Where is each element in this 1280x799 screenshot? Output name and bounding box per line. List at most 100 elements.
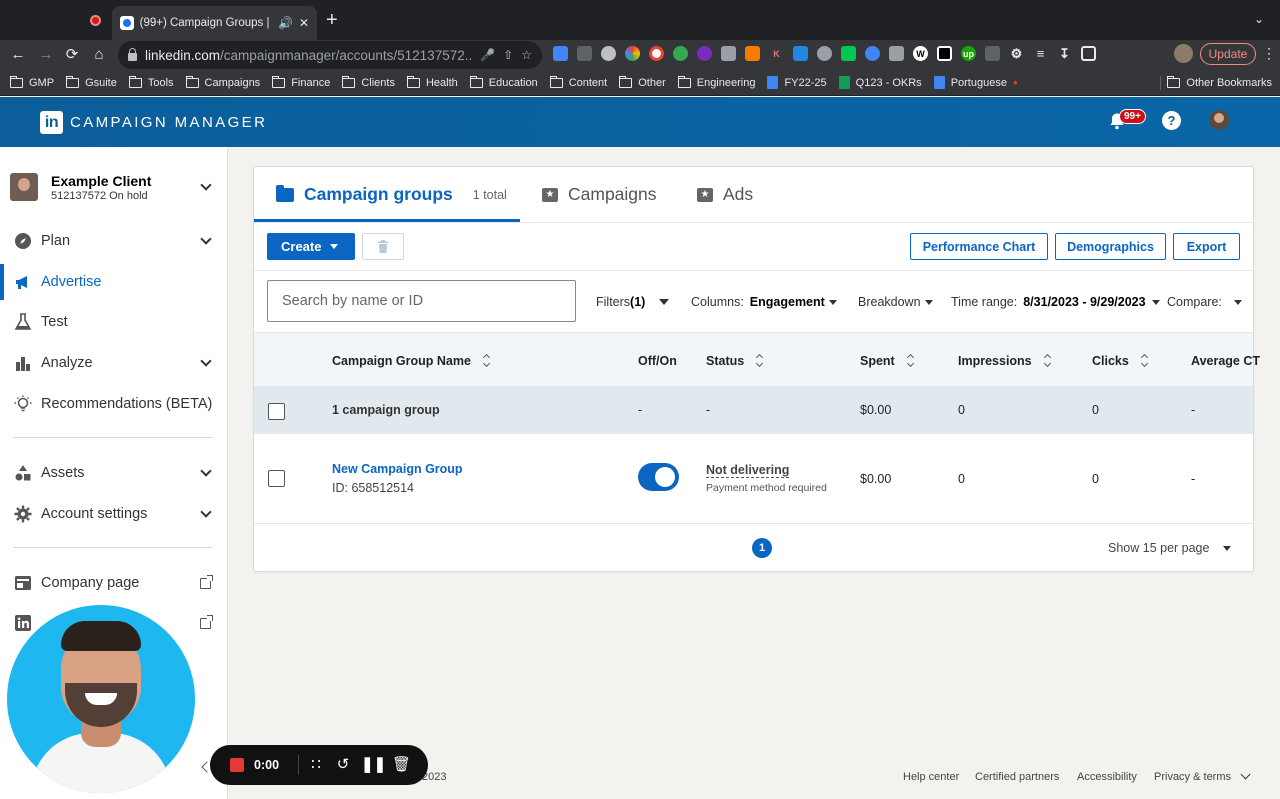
sidebar-item-plan[interactable]: Plan [0, 223, 228, 259]
extension-icon[interactable] [745, 46, 760, 61]
sidebar-item-assets[interactable]: Assets [0, 455, 228, 491]
sort-icon[interactable] [1141, 355, 1149, 367]
delivery-status[interactable]: Not delivering [706, 463, 790, 478]
chevron-down-icon[interactable] [1240, 769, 1251, 780]
external-link-icon[interactable] [200, 615, 213, 629]
chevron-down-icon[interactable] [200, 179, 212, 191]
extension-icon[interactable] [625, 46, 640, 61]
star-bookmark-icon[interactable]: ☆ [521, 48, 532, 62]
bookmark-folder[interactable]: Other [619, 75, 666, 89]
sidebar-item-account-settings[interactable]: Account settings [0, 496, 228, 532]
recording-tab-icon[interactable] [90, 15, 101, 26]
browser-tab-active[interactable]: (99+) Campaign Groups | L 🔊 ✕ [112, 6, 317, 40]
select-all-checkbox[interactable] [268, 403, 285, 420]
bookmark-folder[interactable]: Health [406, 75, 458, 89]
extension-icon[interactable] [865, 46, 880, 61]
speaker-icon[interactable]: 🔊 [278, 16, 293, 30]
bookmark-folder[interactable]: Tools [128, 75, 174, 89]
compare-dropdown[interactable]: Compare: [1167, 295, 1242, 309]
tab-ads[interactable]: ★ Ads [697, 167, 753, 222]
footer-link-help-center[interactable]: Help center [903, 771, 959, 783]
sidebar-item-company-page[interactable]: Company page [0, 565, 228, 601]
trash-icon[interactable]: 🗑 [392, 755, 411, 775]
search-input[interactable] [267, 280, 576, 322]
external-link-icon[interactable] [200, 575, 213, 589]
extension-icon[interactable] [937, 46, 952, 61]
bookmark-folder[interactable]: Finance [272, 75, 330, 89]
demographics-button[interactable]: Demographics [1055, 233, 1166, 260]
extension-icon[interactable]: K [769, 46, 784, 61]
bookmark-folder[interactable]: Campaigns [185, 75, 260, 89]
chevron-down-icon[interactable] [200, 465, 212, 477]
profile-avatar[interactable] [1174, 44, 1193, 63]
on-off-toggle[interactable] [638, 463, 679, 491]
back-arrow-icon[interactable]: ← [8, 45, 28, 65]
other-bookmarks[interactable]: Other Bookmarks [1167, 70, 1272, 96]
tab-campaign-groups[interactable]: Campaign groups 1 total [276, 167, 507, 222]
sidebar-item-recommendations[interactable]: Recommendations (BETA) [0, 386, 228, 422]
extension-icon[interactable] [601, 46, 616, 61]
more-menu-icon[interactable]: ⋮ [1262, 45, 1276, 62]
breakdown-dropdown[interactable]: Breakdown [858, 295, 933, 309]
address-bar[interactable]: linkedin.com/campaignmanager/accounts/51… [118, 41, 542, 69]
stop-recording-icon[interactable] [230, 758, 244, 772]
export-button[interactable]: Export [1173, 233, 1240, 260]
columns-dropdown[interactable]: Columns: Engagement [691, 295, 837, 309]
chevron-down-icon[interactable] [200, 506, 212, 518]
footer-link-certified-partners[interactable]: Certified partners [975, 771, 1059, 783]
extension-icon[interactable] [889, 46, 904, 61]
update-button[interactable]: Update [1200, 43, 1256, 65]
bookmark-folder[interactable]: Clients [342, 75, 395, 89]
extension-icon[interactable] [577, 46, 592, 61]
extension-icon[interactable] [553, 46, 568, 61]
row-checkbox[interactable] [268, 470, 285, 487]
create-button[interactable]: Create [267, 233, 355, 260]
extension-icon[interactable] [841, 46, 856, 61]
footer-link-privacy-terms[interactable]: Privacy & terms [1154, 771, 1231, 783]
sort-icon[interactable] [756, 355, 764, 367]
reload-icon[interactable]: ⟳ [62, 45, 82, 65]
per-page-dropdown[interactable]: Show 15 per page [1108, 541, 1232, 555]
home-icon[interactable]: ⌂ [89, 45, 109, 65]
bookmark-doc[interactable]: FY22-25 [767, 76, 827, 89]
bookmark-folder[interactable]: Gsuite [66, 75, 117, 89]
microphone-icon[interactable]: 🎤 [480, 48, 495, 62]
extension-icon[interactable] [985, 46, 1000, 61]
filters-dropdown[interactable]: Filters (1) [596, 295, 670, 309]
lock-icon[interactable] [128, 48, 137, 61]
campaign-group-link[interactable]: New Campaign Group [332, 462, 463, 476]
extension-icon[interactable] [673, 46, 688, 61]
pause-icon[interactable]: ❚❚ [361, 755, 386, 775]
sort-icon[interactable] [483, 355, 491, 367]
sort-icon[interactable] [907, 355, 915, 367]
reading-list-icon[interactable]: ≡ [1033, 46, 1048, 61]
drag-grid-icon[interactable]: ∷ [307, 755, 325, 775]
extension-icon[interactable] [697, 46, 712, 61]
puzzle-extensions-icon[interactable]: ⚙ [1009, 46, 1024, 61]
extension-icon[interactable]: up [961, 46, 976, 61]
globe-extension-icon[interactable] [817, 46, 832, 61]
page-number-button[interactable]: 1 [752, 538, 772, 558]
sidebar-item-test[interactable]: Test [0, 304, 228, 340]
tab-search-chevron-icon[interactable]: ⌄ [1254, 12, 1264, 26]
webcam-bubble[interactable] [7, 605, 195, 793]
column-header-average-ctr[interactable]: Average CT [1191, 354, 1260, 368]
restart-icon[interactable]: ↺ [334, 755, 352, 775]
tab-campaigns[interactable]: ★ Campaigns [542, 167, 657, 222]
bookmark-folder[interactable]: Content [549, 75, 607, 89]
bookmark-folder[interactable]: Education [469, 75, 538, 89]
column-header-spent[interactable]: Spent [860, 354, 915, 368]
close-tab-icon[interactable]: ✕ [299, 16, 309, 30]
linkedin-logo[interactable]: in [40, 111, 63, 134]
sort-icon[interactable] [1044, 355, 1052, 367]
extension-icon[interactable] [793, 46, 808, 61]
share-icon[interactable]: ⇧ [503, 48, 513, 62]
chevron-down-icon[interactable] [200, 355, 212, 367]
extension-icon[interactable]: W [913, 46, 928, 61]
delete-button[interactable] [362, 233, 404, 260]
camera-extension-icon[interactable] [721, 46, 736, 61]
chevron-down-icon[interactable] [200, 233, 212, 245]
download-icon[interactable]: ↧ [1057, 46, 1072, 61]
bookmark-doc[interactable]: Portuguese ● [933, 76, 1018, 89]
bookmark-folder[interactable]: Engineering [677, 75, 755, 89]
